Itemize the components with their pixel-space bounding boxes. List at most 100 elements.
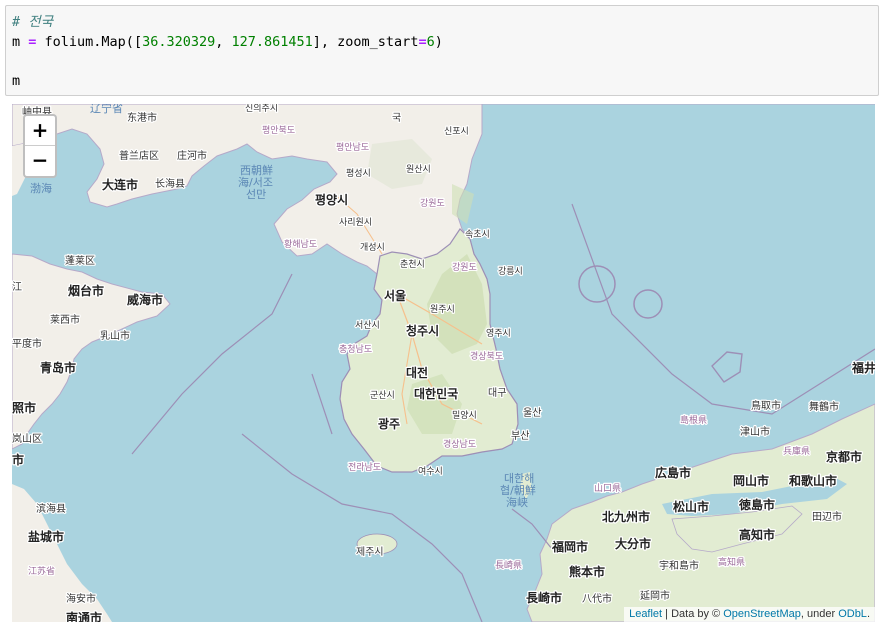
odbl-link[interactable]: ODbL — [838, 608, 867, 620]
label-pyongyang: 평양시 — [315, 192, 348, 207]
label-ulsan: 울산 — [523, 407, 541, 419]
label-yeongju: 영주시 — [486, 328, 511, 339]
label-oita: 大分市 — [615, 536, 651, 551]
label-kochi-pref: 高知県 — [718, 556, 745, 568]
map-attribution: Leaflet | Data by © OpenStreetMap, under… — [624, 607, 875, 622]
label-hiroshima: 広島市 — [655, 465, 691, 480]
label-donggang: 东港市 — [127, 111, 157, 124]
label-gunsan: 군산시 — [370, 390, 395, 401]
label-zhuanghe: 庄河市 — [177, 149, 207, 162]
label-nagasaki-pref: 長崎県 — [495, 559, 522, 571]
label-pyeongbuk: 평안북도 — [262, 125, 295, 136]
osm-link[interactable]: OpenStreetMap — [723, 608, 801, 620]
code-line-m: m — [12, 72, 20, 90]
label-sinpo: 신포시 — [444, 126, 469, 137]
label-jiang: 江 — [12, 281, 22, 293]
label-wonsan: 원산시 — [406, 164, 431, 175]
attrib-sep: | Data by © — [662, 608, 724, 620]
close-paren: ) — [434, 34, 443, 50]
label-rizhao: 照市 — [12, 400, 36, 415]
code-line-map: m = folium.Map([36.320329, 127.861451], … — [12, 33, 443, 51]
label-lanshan: 岚山区 — [12, 433, 42, 445]
label-cheongju: 청주시 — [406, 323, 439, 338]
label-uwajima: 宇和島市 — [659, 559, 699, 572]
label-wonju: 원주시 — [430, 304, 455, 315]
label-jeonnam: 전라남도 — [348, 462, 381, 473]
label-miryang: 밀양시 — [452, 409, 477, 421]
label-guk: 국 — [392, 112, 401, 124]
label-chungnam: 충청남도 — [339, 344, 372, 355]
comma: , — [215, 34, 232, 50]
label-kumamoto: 熊本市 — [569, 564, 605, 579]
label-gaeseong: 개성시 — [360, 242, 385, 253]
lon-number: 127.861451 — [231, 34, 313, 50]
label-changhai: 长海县 — [155, 177, 185, 190]
label-matsuyama: 松山市 — [673, 499, 709, 514]
code-cell[interactable]: # 전국 m = folium.Map([36.320329, 127.8614… — [5, 5, 879, 96]
label-yancheng: 盐城市 — [28, 529, 64, 544]
comment-text: # 전국 — [12, 14, 54, 30]
label-gyeongnam: 경상남도 — [443, 438, 476, 450]
attrib-under: , under — [800, 608, 839, 620]
call-text: folium.Map([ — [36, 34, 143, 50]
label-nantong: 南通市 — [66, 610, 102, 622]
label-hachishiro: 八代市 — [582, 592, 612, 605]
label-jeju: 제주시 — [356, 546, 384, 558]
label-daejeon: 대전 — [406, 365, 428, 380]
label-pyeongnam: 평안남도 — [336, 142, 369, 153]
label-yantai: 烟台市 — [68, 283, 104, 298]
label-pulandian: 普兰店区 — [119, 149, 159, 162]
label-chuncheon: 춘천시 — [400, 259, 425, 270]
label-kyoto: 京都市 — [826, 449, 862, 464]
label-penglai: 蓬莱区 — [65, 255, 95, 267]
label-liaoning: 辽宁省 — [90, 104, 123, 115]
label-pingdu: 平度市 — [12, 337, 42, 350]
leaflet-link[interactable]: Leaflet — [629, 608, 662, 620]
code-comment: # 전국 — [12, 13, 53, 31]
label-bohai: 渤海 — [30, 181, 52, 195]
label-gangwon-n: 강원도 — [420, 198, 445, 209]
attrib-end: . — [866, 608, 870, 620]
label-pyeongseong: 평성시 — [346, 168, 371, 179]
label-weihai: 威海市 — [127, 292, 163, 307]
label-tsuyama: 津山市 — [740, 425, 770, 438]
zoom-in-button[interactable]: + — [25, 116, 55, 146]
label-gwangju: 광주 — [378, 416, 400, 431]
label-country: 대한민국 — [414, 386, 458, 401]
label-dalian: 大连市 — [102, 177, 138, 192]
label-yeosu: 여수시 — [418, 465, 443, 477]
label-kitakyushu: 北九州市 — [602, 509, 650, 524]
label-gangneung: 강릉시 — [498, 266, 523, 277]
label-maizuru: 舞鶴市 — [809, 400, 839, 413]
label-shimane: 島根県 — [680, 414, 707, 426]
label-binhai: 滨海县 — [36, 502, 66, 515]
leaflet-map[interactable]: 서울 평양시 대전 대한민국 청주시 광주 대구 울산 부산 제주시 원주시 강… — [12, 104, 875, 622]
zoom-out-button[interactable]: − — [25, 146, 55, 176]
lat-number: 36.320329 — [142, 34, 216, 50]
label-tanabe: 田辺市 — [812, 510, 842, 523]
label-qingdao: 青岛市 — [40, 360, 76, 375]
label-jiangsu: 江苏省 — [28, 565, 55, 577]
label-tokushima: 徳島市 — [738, 497, 775, 512]
label-korea-strait: 대한해 협/朝鮮海峡 — [500, 471, 536, 509]
label-gangwon-s: 강원도 — [452, 262, 477, 273]
label-tottori: 鳥取市 — [751, 399, 781, 412]
label-sinuiju: 신의주시 — [245, 104, 278, 114]
label-gyeongbuk: 경상북도 — [470, 350, 503, 362]
label-yamaguchi: 山口県 — [594, 483, 621, 494]
var-m: m — [12, 34, 29, 50]
label-hwanghae: 황해남도 — [284, 239, 317, 250]
label-seoul: 서울 — [384, 288, 406, 303]
label-busan: 부산 — [511, 430, 529, 442]
zoom-kw: ], zoom_start — [312, 34, 419, 50]
zoom-number: 6 — [426, 34, 435, 50]
label-wakayama: 和歌山市 — [788, 473, 837, 488]
label-okayama: 岡山市 — [733, 473, 769, 488]
label-fukuoka: 福岡市 — [551, 539, 588, 554]
map-tiles: 서울 평양시 대전 대한민국 청주시 광주 대구 울산 부산 제주시 원주시 강… — [12, 104, 875, 622]
kw-eq: = — [418, 34, 427, 50]
label-takamatsu: 高知市 — [739, 527, 775, 542]
label-tie: 市 — [12, 452, 24, 467]
label-rushan: 乳山市 — [100, 329, 130, 342]
label-sariwon: 사리원시 — [339, 217, 372, 228]
